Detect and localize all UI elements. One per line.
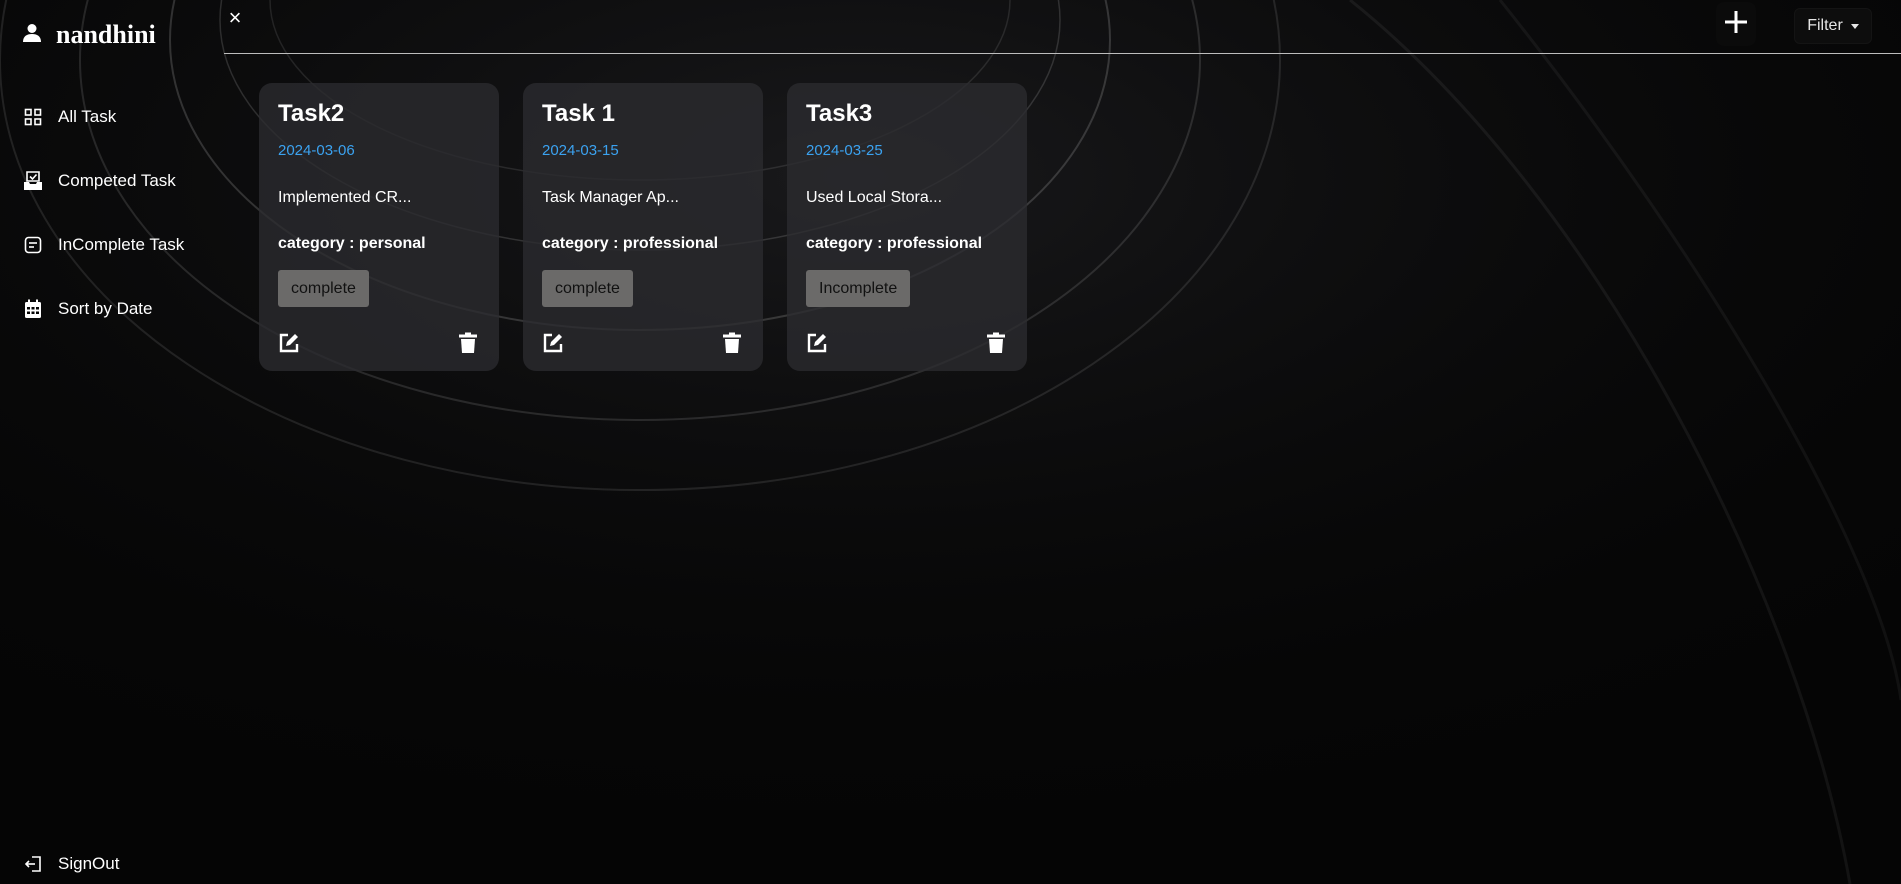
task-title: Task 1 [542, 100, 615, 127]
edit-icon[interactable] [542, 332, 564, 354]
edit-icon[interactable] [806, 332, 828, 354]
sidebar-item-label: Competed Task [58, 171, 176, 190]
task-card: Task2 2024-03-06 Implemented CR... categ… [259, 83, 499, 371]
task-date: 2024-03-06 [278, 142, 355, 159]
header-divider [224, 53, 1901, 54]
task-status-button[interactable]: complete [278, 270, 369, 307]
user-profile: nandhini [22, 20, 156, 50]
task-category: category : professional [806, 235, 983, 252]
note-icon [22, 234, 44, 256]
task-card: Task3 2024-03-25 Used Local Stora... cat… [787, 83, 1027, 371]
sidebar-item-label: InComplete Task [58, 235, 185, 254]
sidebar: nandhini All Task Competed Task InComple… [0, 0, 224, 884]
task-title: Task3 [806, 100, 873, 127]
task-description: Task Manager Ap... [542, 189, 679, 206]
app: nandhini All Task Competed Task InComple… [0, 0, 1901, 884]
trash-icon[interactable] [986, 332, 1008, 354]
task-description: Implemented CR... [278, 189, 412, 206]
task-description: Used Local Stora... [806, 189, 943, 206]
filter-label: Filter [1807, 17, 1843, 34]
task-card: Task 1 2024-03-15 Task Manager Ap... cat… [523, 83, 763, 371]
calendar-icon [22, 298, 44, 320]
task-category: category : personal [278, 235, 426, 252]
task-title: Task2 [278, 100, 345, 127]
inbox-check-icon [22, 170, 44, 192]
task-status-button[interactable]: complete [542, 270, 633, 307]
caret-down-icon [1850, 23, 1859, 29]
sidebar-item-all-task[interactable]: All Task [22, 106, 116, 128]
trash-icon[interactable] [722, 332, 744, 354]
user-name: nandhini [56, 20, 156, 49]
sidebar-item-incomplete-task[interactable]: InComplete Task [22, 234, 184, 256]
plus-icon [1724, 10, 1748, 39]
sidebar-item-label: All Task [58, 107, 117, 126]
user-icon [22, 23, 42, 48]
add-task-button[interactable] [1716, 2, 1756, 46]
sidebar-item-sort-by-date[interactable]: Sort by Date [22, 298, 153, 320]
signout-icon [22, 856, 44, 872]
close-sidebar-button[interactable]: × [225, 6, 245, 30]
signout-button[interactable]: SignOut [22, 854, 119, 874]
trash-icon[interactable] [458, 332, 480, 354]
edit-icon[interactable] [278, 332, 300, 354]
task-date: 2024-03-15 [542, 142, 619, 159]
filter-dropdown[interactable]: Filter [1794, 8, 1872, 44]
task-status-button[interactable]: Incomplete [806, 270, 911, 307]
sidebar-item-completed-task[interactable]: Competed Task [22, 170, 176, 192]
grid-icon [22, 106, 44, 128]
signout-label: SignOut [58, 854, 120, 873]
task-date: 2024-03-25 [806, 142, 883, 159]
task-category: category : professional [542, 235, 719, 252]
sidebar-item-label: Sort by Date [58, 299, 153, 318]
